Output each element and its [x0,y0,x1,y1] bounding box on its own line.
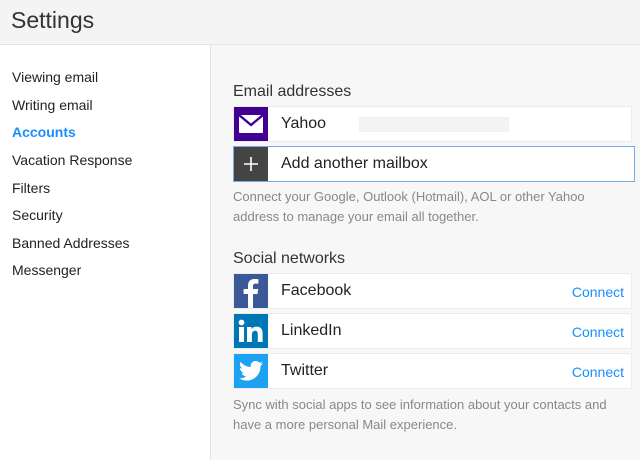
social-networks-heading: Social networks [233,250,346,267]
twitter-row: Twitter Connect [233,353,632,389]
linkedin-row: LinkedIn Connect [233,313,632,349]
add-mailbox-label: Add another mailbox [281,155,428,172]
social-help-text: Sync with social apps to see information… [233,397,607,432]
sidebar-item-filters[interactable]: Filters [12,180,50,196]
email-help-text: Connect your Google, Outlook (Hotmail), … [233,189,585,224]
yahoo-account-row[interactable]: Yahoo [233,106,632,142]
redacted-email-address [359,117,509,132]
facebook-row: Facebook Connect [233,273,632,309]
facebook-label: Facebook [281,282,352,299]
facebook-connect-link[interactable]: Connect [572,284,624,300]
sidebar-item-security[interactable]: Security [12,207,63,223]
plus-icon [234,147,268,181]
email-addresses-heading: Email addresses [233,83,352,100]
twitter-label: Twitter [281,362,329,379]
twitter-icon [234,354,268,388]
linkedin-connect-link[interactable]: Connect [572,324,624,340]
yahoo-mail-icon [234,107,268,141]
facebook-icon [234,274,268,308]
sidebar-item-vacation-response[interactable]: Vacation Response [12,152,132,168]
accounts-panel: Email addresses Yahoo Add another mailbo… [211,45,640,460]
twitter-connect-link[interactable]: Connect [572,364,624,380]
page-title: Settings [11,7,95,33]
sidebar-item-accounts[interactable]: Accounts [12,124,76,140]
settings-header: Settings [0,0,640,45]
settings-sidebar: Viewing email Writing email Accounts Vac… [0,45,211,460]
sidebar-item-messenger[interactable]: Messenger [12,262,81,278]
add-mailbox-button[interactable]: Add another mailbox [233,146,635,294]
sidebar-item-writing-email[interactable]: Writing email [12,97,93,113]
yahoo-account-label: Yahoo [281,115,327,132]
linkedin-icon [234,314,268,348]
sidebar-item-viewing-email[interactable]: Viewing email [12,69,98,85]
sidebar-item-banned-addresses[interactable]: Banned Addresses [12,235,130,251]
linkedin-label: LinkedIn [281,322,342,339]
